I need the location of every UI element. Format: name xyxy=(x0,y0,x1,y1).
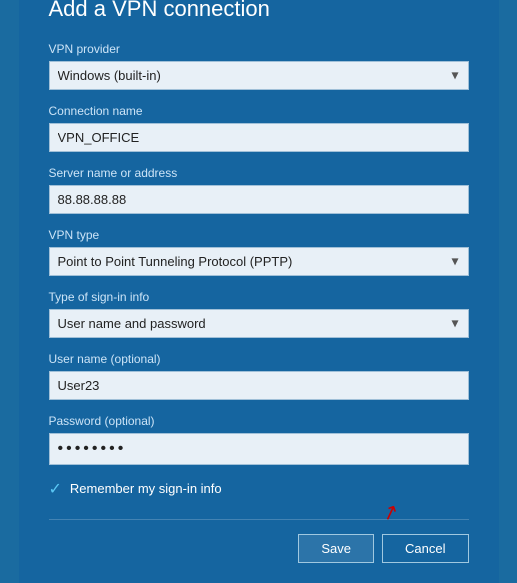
password-group: Password (optional) xyxy=(49,414,469,465)
vpn-provider-select-wrapper: Windows (built-in) xyxy=(49,61,469,90)
server-name-input[interactable] xyxy=(49,185,469,214)
connection-name-input[interactable] xyxy=(49,123,469,152)
connection-name-label: Connection name xyxy=(49,104,469,118)
vpn-type-label: VPN type xyxy=(49,228,469,242)
button-row: ↗ Save Cancel xyxy=(49,519,469,563)
connection-name-group: Connection name xyxy=(49,104,469,152)
vpn-type-group: VPN type Point to Point Tunneling Protoc… xyxy=(49,228,469,276)
save-button[interactable]: Save xyxy=(298,534,374,563)
vpn-type-select-wrapper: Point to Point Tunneling Protocol (PPTP) xyxy=(49,247,469,276)
cursor-arrow-icon: ↗ xyxy=(378,497,402,526)
username-label: User name (optional) xyxy=(49,352,469,366)
server-name-label: Server name or address xyxy=(49,166,469,180)
password-label: Password (optional) xyxy=(49,414,469,428)
vpn-type-select[interactable]: Point to Point Tunneling Protocol (PPTP) xyxy=(49,247,469,276)
cancel-button[interactable]: Cancel xyxy=(382,534,468,563)
sign-in-type-select-wrapper: User name and password xyxy=(49,309,469,338)
password-input[interactable] xyxy=(49,433,469,465)
dialog-title: Add a VPN connection xyxy=(49,0,469,22)
username-input[interactable] xyxy=(49,371,469,400)
remember-row: ✓ Remember my sign-in info xyxy=(49,479,469,499)
vpn-provider-label: VPN provider xyxy=(49,42,469,56)
remember-label: Remember my sign-in info xyxy=(70,481,222,496)
sign-in-type-select[interactable]: User name and password xyxy=(49,309,469,338)
vpn-provider-select[interactable]: Windows (built-in) xyxy=(49,61,469,90)
checkmark-icon: ✓ xyxy=(49,479,62,499)
username-group: User name (optional) xyxy=(49,352,469,400)
server-name-group: Server name or address xyxy=(49,166,469,214)
sign-in-type-label: Type of sign-in info xyxy=(49,290,469,304)
vpn-dialog: www.wintips.org Add a VPN connection VPN… xyxy=(19,0,499,583)
vpn-provider-group: VPN provider Windows (built-in) xyxy=(49,42,469,90)
sign-in-type-group: Type of sign-in info User name and passw… xyxy=(49,290,469,338)
